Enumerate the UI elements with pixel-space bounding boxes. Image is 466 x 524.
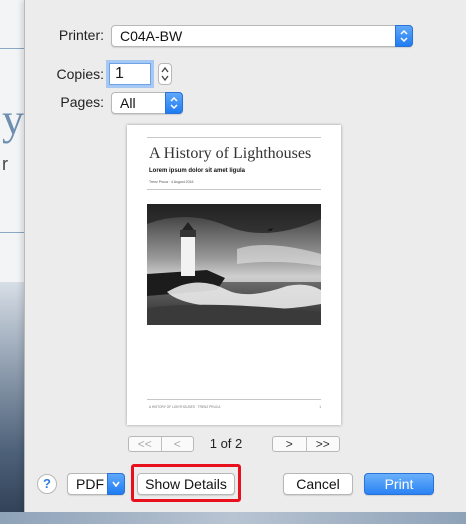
copies-stepper[interactable] (158, 63, 172, 85)
popup-arrows-icon (165, 92, 183, 114)
preview-rule (147, 399, 321, 400)
cancel-button[interactable]: Cancel (283, 473, 353, 495)
chevron-down-icon (107, 473, 125, 495)
printer-popup[interactable]: C04A-BW (111, 25, 413, 47)
pdf-menu-button[interactable]: PDF (67, 473, 125, 495)
pages-value: All (120, 95, 136, 111)
preview-title: A History of Lighthouses (149, 145, 312, 162)
popup-arrows-icon (395, 25, 413, 47)
preview-rule (147, 189, 321, 190)
copies-field[interactable]: 1 (109, 63, 151, 85)
highlight-annotation (131, 464, 241, 502)
desktop-strip (0, 512, 466, 524)
preview-rule (147, 137, 321, 138)
print-button[interactable]: Print (364, 473, 434, 495)
stepper-arrows-icon (161, 66, 169, 82)
pdf-label: PDF (76, 476, 104, 492)
previous-page-button[interactable]: < (162, 437, 194, 451)
page-nav-forward-group[interactable]: > >> (272, 436, 340, 452)
preview-subtitle: Lorem ipsum dolor sit amet ligula (149, 168, 246, 174)
preview-footer-right: 1 (319, 405, 321, 409)
background-glyph: y (2, 95, 24, 144)
last-page-button[interactable]: >> (307, 437, 340, 451)
background-glyph: r (2, 154, 8, 174)
pages-popup[interactable]: All (111, 92, 183, 114)
first-page-button[interactable]: << (129, 437, 161, 451)
printer-value: C04A-BW (120, 28, 183, 44)
page-nav-back-group[interactable]: << < (128, 436, 194, 452)
pages-label: Pages: (60, 94, 104, 110)
printer-label: Printer: (58, 27, 104, 43)
preview-footer-left: A HISTORY OF LIGHTHOUSES · TRENZ PRUCA (149, 405, 221, 409)
help-button[interactable]: ? (37, 474, 57, 494)
next-page-button[interactable]: > (273, 437, 306, 451)
page-preview: A History of Lighthouses Lorem ipsum dol… (127, 125, 341, 425)
copies-label: Copies: (56, 66, 104, 82)
preview-lighthouse-photo (147, 204, 321, 325)
preview-byline: Trenz Pruca · 4 August 2016 (149, 180, 194, 184)
page-indicator: 1 of 2 (209, 436, 243, 451)
